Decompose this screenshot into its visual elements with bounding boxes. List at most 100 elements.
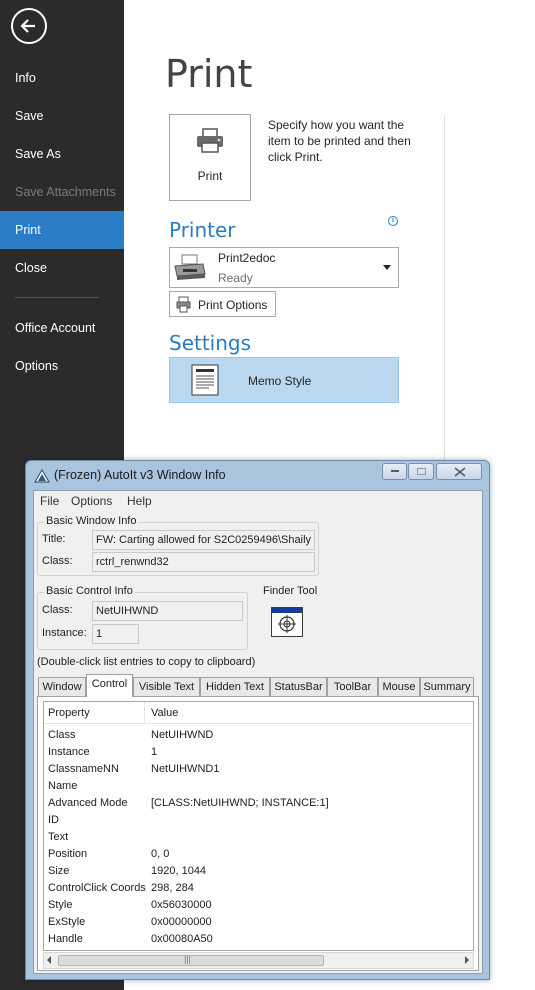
row-property: Class (48, 729, 76, 741)
scroll-right-icon[interactable] (465, 956, 469, 964)
row-value: 0x00080A50 (151, 933, 213, 945)
page-title: Print (165, 52, 253, 96)
print-options-icon (176, 296, 191, 313)
row-property: Text (48, 831, 69, 843)
printer-name: Print2edoc (218, 251, 276, 265)
tab-toolbar[interactable]: ToolBar (327, 677, 378, 696)
table-row[interactable]: ID (44, 812, 473, 829)
row-value: 298, 284 (151, 882, 194, 894)
print-options-label: Print Options (198, 298, 268, 312)
control-tab-panel: Property Value Class NetUIHWND Instance 1 Cl… (37, 696, 479, 971)
control-class-field[interactable]: NetUIHWND (92, 601, 243, 621)
nav-office-account[interactable]: Office Account (0, 309, 124, 347)
table-row[interactable]: ControlClick Coords 298, 284 (44, 880, 473, 897)
menu-help[interactable]: Help (127, 494, 152, 508)
instance-label: Instance: (42, 627, 87, 639)
autoit-window: (Frozen) AutoIt v3 Window Info File Opti… (25, 460, 490, 980)
tab-statusbar[interactable]: StatusBar (270, 677, 327, 696)
minimize-button[interactable] (382, 463, 407, 480)
grip-icon: ||| (184, 954, 192, 964)
table-row[interactable]: Style 0x56030000 (44, 897, 473, 914)
tab-control[interactable]: Control (86, 674, 133, 697)
back-arrow-icon (20, 19, 35, 33)
row-value: NetUIHWND1 (151, 763, 220, 775)
row-property: ID (48, 814, 59, 826)
row-value: 0x00000000 (151, 916, 212, 928)
divider (444, 115, 445, 460)
horizontal-scrollbar[interactable]: ||| (43, 952, 474, 969)
tab-summary[interactable]: Summary (420, 677, 474, 696)
print-button-label: Print (197, 169, 223, 183)
printer-dropdown[interactable]: Print2edoc Ready (169, 247, 399, 288)
close-button[interactable] (436, 463, 482, 480)
table-row[interactable]: ExStyle 0x00000000 (44, 914, 473, 931)
table-row[interactable]: Advanced Mode [CLASS:NetUIHWND; INSTANCE:… (44, 795, 473, 812)
basic-control-info-group: Basic Control Info Class: NetUIHWND Inst… (37, 585, 248, 650)
window-client-area: File Options Help Basic Window Info Titl… (33, 490, 483, 974)
crosshair-icon (272, 608, 302, 633)
memo-document-icon (191, 364, 219, 396)
table-row[interactable]: Name (44, 778, 473, 795)
menu-options[interactable]: Options (71, 494, 112, 508)
row-property: Handle (48, 933, 83, 945)
basic-control-info-heading: Basic Control Info (44, 585, 135, 597)
window-class-field[interactable]: rctrl_renwnd32 (92, 552, 315, 572)
print-options-button[interactable]: Print Options (169, 291, 276, 317)
row-property: Style (48, 899, 73, 911)
scroll-thumb[interactable]: ||| (58, 954, 324, 966)
nav-close[interactable]: Close (0, 249, 124, 287)
window-class-label: Class: (42, 555, 73, 567)
print-button[interactable]: Print (169, 114, 251, 201)
chevron-down-icon (383, 265, 391, 270)
control-class-label: Class: (42, 604, 73, 616)
menu-bar: File Options Help (34, 491, 482, 511)
row-value: 1 (151, 746, 158, 758)
scroll-left-icon[interactable] (47, 956, 51, 964)
tab-visible-text[interactable]: Visible Text (133, 677, 200, 696)
memo-style-option[interactable]: Memo Style (169, 357, 399, 403)
row-property: Position (48, 848, 88, 860)
column-separator[interactable] (144, 702, 145, 724)
finder-tool-label: Finder Tool (263, 585, 318, 597)
close-icon (454, 467, 466, 477)
maximize-button[interactable] (408, 463, 434, 480)
table-row[interactable]: ClassnameNN NetUIHWND1 (44, 761, 473, 778)
row-value: 0, 0 (151, 848, 170, 860)
property-list[interactable]: Property Value Class NetUIHWND Instance 1 Cl… (43, 701, 474, 951)
title-field[interactable]: FW: Carting allowed for S2C0259496\Shail… (92, 530, 315, 550)
title-label: Title: (42, 533, 66, 545)
nav-options[interactable]: Options (0, 347, 124, 385)
row-value: [CLASS:NetUIHWND; INSTANCE:1] (151, 797, 329, 809)
nav-save[interactable]: Save (0, 97, 124, 135)
finder-tool-icon[interactable] (271, 607, 303, 637)
table-row[interactable]: Class NetUIHWND (44, 727, 473, 744)
row-property: ControlClick Coords (48, 882, 146, 894)
table-row[interactable]: Size 1920, 1044 (44, 863, 473, 880)
nav-save-attachments: Save Attachments (15, 185, 116, 199)
basic-window-info-heading: Basic Window Info (44, 515, 139, 527)
printer-heading: Printer (169, 218, 236, 242)
column-value[interactable]: Value (151, 707, 178, 719)
nav-info[interactable]: Info (0, 59, 124, 97)
instance-field[interactable]: 1 (92, 624, 139, 644)
info-icon[interactable]: i (388, 216, 398, 226)
tab-hidden-text[interactable]: Hidden Text (200, 677, 270, 696)
column-property[interactable]: Property (48, 707, 90, 719)
row-property: Size (48, 865, 70, 877)
menu-file[interactable]: File (40, 494, 59, 508)
table-row[interactable]: Instance 1 (44, 744, 473, 761)
table-row[interactable]: Handle 0x00080A50 (44, 931, 473, 948)
nav-print[interactable]: Print (0, 211, 124, 249)
back-button[interactable] (11, 8, 47, 44)
memo-style-label: Memo Style (248, 374, 312, 388)
row-value: NetUIHWND (151, 729, 214, 741)
printer-status: Ready (218, 271, 253, 285)
nav-save-as[interactable]: Save As (0, 135, 124, 173)
tab-mouse[interactable]: Mouse (378, 677, 420, 696)
nav-separator (15, 297, 99, 298)
basic-window-info-group: Basic Window Info Title: FW: Carting all… (37, 515, 319, 576)
table-row[interactable]: Text (44, 829, 473, 846)
row-property: ExStyle (48, 916, 86, 928)
table-row[interactable]: Position 0, 0 (44, 846, 473, 863)
tab-window[interactable]: Window (38, 677, 86, 696)
